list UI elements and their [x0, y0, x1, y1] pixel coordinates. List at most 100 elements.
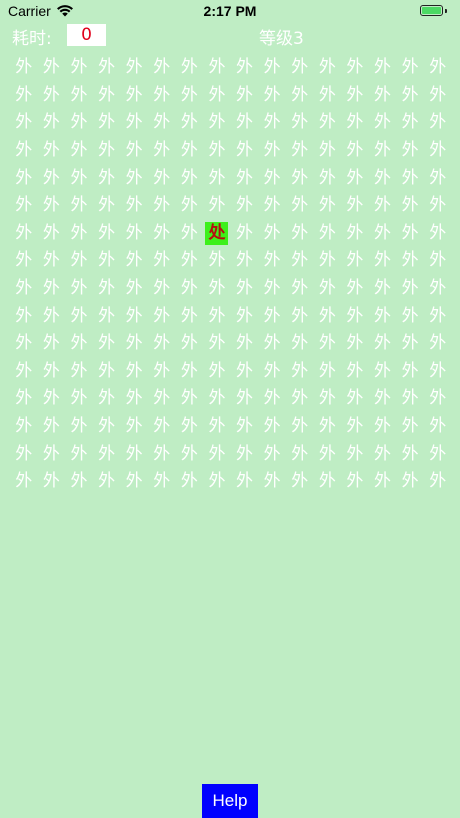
- grid-cell[interactable]: 外: [341, 358, 369, 386]
- grid-cell[interactable]: 外: [38, 275, 66, 303]
- grid-cell[interactable]: 外: [120, 330, 148, 358]
- grid-cell[interactable]: 外: [396, 302, 424, 330]
- grid-cell[interactable]: 外: [341, 330, 369, 358]
- grid-cell[interactable]: 外: [65, 440, 93, 468]
- grid-cell[interactable]: 外: [148, 192, 176, 220]
- grid-cell[interactable]: 外: [10, 109, 38, 137]
- grid-cell[interactable]: 外: [424, 302, 452, 330]
- grid-cell[interactable]: 外: [10, 54, 38, 82]
- grid-cell[interactable]: 外: [314, 330, 342, 358]
- grid-cell[interactable]: 外: [38, 137, 66, 165]
- grid-cell[interactable]: 外: [341, 137, 369, 165]
- grid-cell[interactable]: 外: [314, 109, 342, 137]
- grid-cell[interactable]: 外: [203, 247, 231, 275]
- grid-cell[interactable]: 外: [120, 358, 148, 386]
- grid-cell[interactable]: 外: [203, 164, 231, 192]
- grid-cell[interactable]: 外: [314, 275, 342, 303]
- grid-cell[interactable]: 外: [203, 468, 231, 496]
- grid-cell[interactable]: 外: [10, 247, 38, 275]
- grid-cell[interactable]: 外: [286, 164, 314, 192]
- grid-cell[interactable]: 外: [258, 54, 286, 82]
- grid-cell[interactable]: 外: [10, 302, 38, 330]
- grid-cell[interactable]: 外: [10, 440, 38, 468]
- grid-cell[interactable]: 外: [176, 358, 204, 386]
- help-button[interactable]: Help: [202, 784, 258, 818]
- grid-cell[interactable]: 外: [396, 109, 424, 137]
- grid-cell[interactable]: 外: [10, 137, 38, 165]
- grid-cell[interactable]: 外: [369, 247, 397, 275]
- grid-cell[interactable]: 外: [369, 220, 397, 248]
- grid-cell[interactable]: 外: [231, 247, 259, 275]
- grid-cell[interactable]: 外: [424, 330, 452, 358]
- grid-cell[interactable]: 外: [314, 468, 342, 496]
- grid-cell[interactable]: 外: [65, 468, 93, 496]
- grid-cell[interactable]: 外: [93, 330, 121, 358]
- grid-cell[interactable]: 外: [396, 192, 424, 220]
- grid-cell[interactable]: 外: [65, 413, 93, 441]
- grid-cell[interactable]: 外: [369, 192, 397, 220]
- grid-cell[interactable]: 外: [38, 109, 66, 137]
- grid-cell[interactable]: 外: [65, 164, 93, 192]
- grid-cell[interactable]: 外: [203, 413, 231, 441]
- grid-cell[interactable]: 外: [148, 220, 176, 248]
- grid-cell[interactable]: 外: [341, 302, 369, 330]
- grid-cell[interactable]: 外: [369, 358, 397, 386]
- grid-cell[interactable]: 外: [148, 440, 176, 468]
- grid-cell[interactable]: 外: [314, 302, 342, 330]
- grid-cell[interactable]: 外: [258, 330, 286, 358]
- grid-cell[interactable]: 外: [341, 413, 369, 441]
- grid-cell[interactable]: 外: [286, 54, 314, 82]
- grid-cell[interactable]: 外: [341, 192, 369, 220]
- grid-cell[interactable]: 外: [231, 275, 259, 303]
- grid-cell[interactable]: 外: [65, 385, 93, 413]
- grid-cell[interactable]: 外: [93, 164, 121, 192]
- grid-cell[interactable]: 外: [424, 82, 452, 110]
- grid-cell[interactable]: 外: [38, 302, 66, 330]
- grid-cell[interactable]: 外: [203, 302, 231, 330]
- grid-cell[interactable]: 外: [176, 468, 204, 496]
- grid-cell[interactable]: 外: [341, 440, 369, 468]
- grid-cell[interactable]: 外: [396, 413, 424, 441]
- grid-cell[interactable]: 外: [120, 275, 148, 303]
- grid-cell[interactable]: 外: [258, 137, 286, 165]
- grid-cell[interactable]: 外: [396, 440, 424, 468]
- grid-cell[interactable]: 外: [286, 358, 314, 386]
- grid-cell[interactable]: 外: [38, 330, 66, 358]
- grid-cell[interactable]: 外: [286, 302, 314, 330]
- grid-cell[interactable]: 外: [148, 468, 176, 496]
- grid-cell[interactable]: 外: [176, 220, 204, 248]
- grid-cell[interactable]: 外: [120, 54, 148, 82]
- grid-cell[interactable]: 外: [424, 247, 452, 275]
- grid-cell[interactable]: 外: [396, 137, 424, 165]
- grid-cell[interactable]: 外: [120, 440, 148, 468]
- grid-cell[interactable]: 外: [341, 109, 369, 137]
- grid-cell[interactable]: 外: [10, 385, 38, 413]
- grid-cell[interactable]: 外: [314, 358, 342, 386]
- grid-cell[interactable]: 外: [93, 468, 121, 496]
- grid-cell[interactable]: 外: [120, 164, 148, 192]
- grid-cell[interactable]: 外: [258, 413, 286, 441]
- grid-cell[interactable]: 外: [369, 54, 397, 82]
- grid-cell[interactable]: 外: [258, 164, 286, 192]
- grid-cell[interactable]: 外: [93, 302, 121, 330]
- grid-cell[interactable]: 外: [10, 413, 38, 441]
- grid-cell[interactable]: 外: [396, 358, 424, 386]
- grid-cell[interactable]: 外: [38, 192, 66, 220]
- grid-cell[interactable]: 外: [286, 220, 314, 248]
- grid-cell[interactable]: 外: [176, 54, 204, 82]
- grid-cell[interactable]: 外: [203, 82, 231, 110]
- grid-cell[interactable]: 外: [148, 164, 176, 192]
- grid-cell[interactable]: 外: [369, 302, 397, 330]
- grid-cell[interactable]: 外: [148, 413, 176, 441]
- grid-cell[interactable]: 外: [314, 137, 342, 165]
- grid-cell[interactable]: 外: [231, 192, 259, 220]
- grid-cell[interactable]: 外: [120, 247, 148, 275]
- grid-cell[interactable]: 外: [176, 192, 204, 220]
- grid-cell[interactable]: 外: [314, 220, 342, 248]
- grid-cell[interactable]: 外: [65, 358, 93, 386]
- grid-cell[interactable]: 外: [10, 82, 38, 110]
- grid-cell[interactable]: 外: [424, 192, 452, 220]
- grid-cell[interactable]: 外: [231, 109, 259, 137]
- grid-cell[interactable]: 外: [176, 109, 204, 137]
- grid-cell[interactable]: 外: [203, 109, 231, 137]
